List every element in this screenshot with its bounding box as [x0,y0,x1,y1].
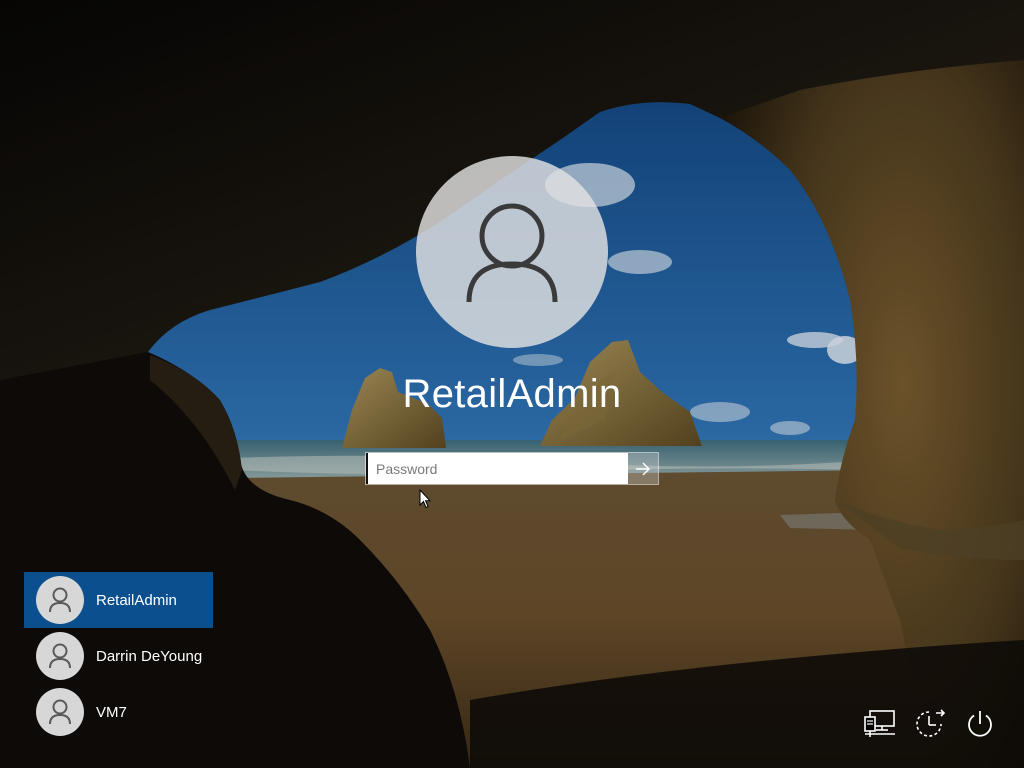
lock-screen-corner-controls [860,704,1000,744]
power-icon [968,711,992,737]
user-item-vm7[interactable]: VM7 [24,684,213,740]
avatar [36,688,84,736]
password-input[interactable] [366,453,628,484]
user-icon [49,587,71,613]
user-icon [49,643,71,669]
network-icon [864,710,895,737]
submit-arrow-button[interactable] [628,453,658,484]
power-button[interactable] [960,704,1000,744]
user-item-retailadmin[interactable]: RetailAdmin [24,572,213,628]
avatar [36,632,84,680]
ease-of-access-icon [916,709,946,737]
username-title: RetailAdmin [402,372,622,416]
ease-of-access-button[interactable] [910,704,950,744]
user-item-label: VM7 [96,703,127,721]
user-item-darrin-deyoung[interactable]: Darrin DeYoung [24,628,213,684]
arrow-right-icon [636,462,650,475]
password-field-container [365,452,659,485]
user-avatar-large [416,156,608,348]
user-icon [49,699,71,725]
user-switcher-list: RetailAdmin Darrin DeYoung VM7 [24,572,213,740]
user-icon [466,203,558,303]
mouse-pointer-icon [419,489,431,509]
network-button[interactable] [860,704,900,744]
avatar [36,576,84,624]
user-item-label: Darrin DeYoung [96,647,203,665]
lock-screen: RetailAdmin RetailAdmin Darrin DeYoung V… [0,0,1024,768]
user-item-label: RetailAdmin [96,591,177,609]
